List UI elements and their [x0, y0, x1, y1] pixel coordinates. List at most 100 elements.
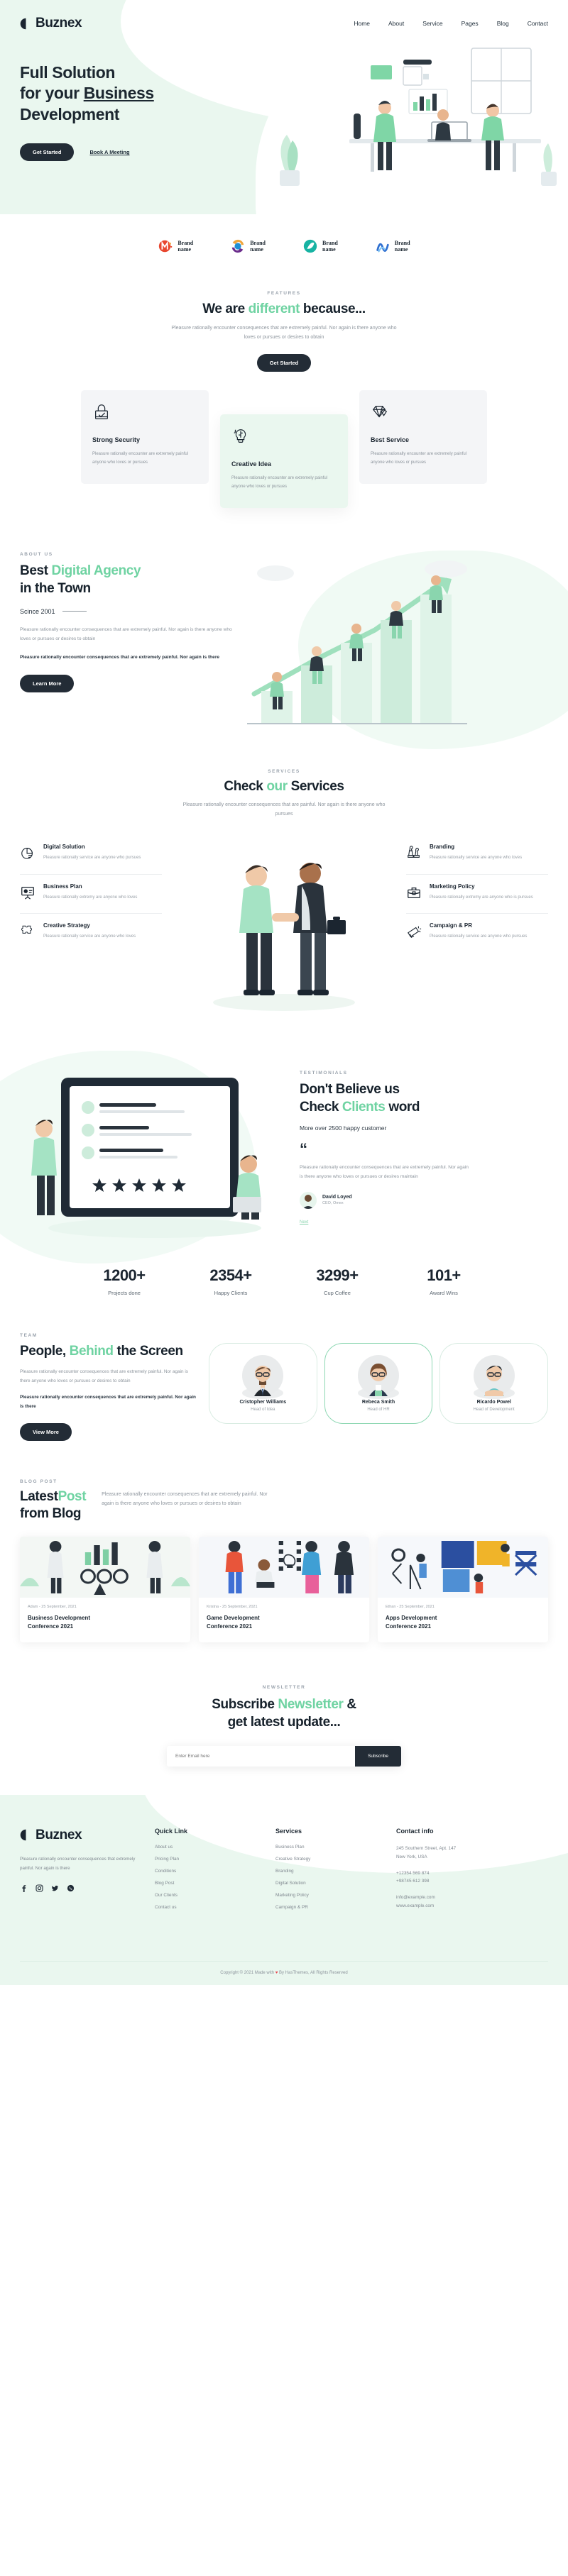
instagram-icon[interactable] [36, 1883, 43, 1892]
puzzle-icon [20, 924, 36, 939]
team-member-card-3[interactable]: Ricardo Powel Head of Development [439, 1343, 549, 1425]
feature-card-best-service[interactable]: Best Service Pleasure rationally encount… [359, 389, 487, 485]
chess-pieces-icon [406, 845, 422, 861]
blog-card-title[interactable]: Game Development Conference 2021 [207, 1614, 361, 1631]
footer-link-business-plan[interactable]: Business Plan [275, 1845, 389, 1850]
nav-item-blog[interactable]: Blog [497, 20, 509, 27]
nav-item-about[interactable]: About [388, 20, 404, 27]
footer-link-about-us[interactable]: About us [155, 1845, 268, 1850]
footer-link-conditions[interactable]: Conditions [155, 1869, 268, 1874]
feature-card-creative-idea[interactable]: Creative Idea Pleasure rationally encoun… [220, 414, 348, 509]
service-title: Creative Strategy [43, 922, 90, 929]
services-column-right: Branding Pleasure rationally service are… [406, 835, 548, 952]
team-member-card-2[interactable]: Rebeca Smith Head of HR [324, 1343, 433, 1425]
nav-item-contact[interactable]: Contact [528, 20, 548, 27]
facebook-icon[interactable] [20, 1883, 28, 1892]
service-item-campaign-pr[interactable]: Campaign & PR Pleasure rationally servic… [406, 912, 548, 952]
blog-card-3[interactable]: Ethan - 25 September, 2021 Apps Developm… [378, 1536, 548, 1642]
newsletter-title: Subscribe Newsletter & get latest update.… [0, 1696, 568, 1732]
service-item-business-plan[interactable]: Business Plan Pleasure rationally extrem… [20, 873, 162, 913]
newsletter-subscribe-button[interactable]: Subscribe [355, 1745, 401, 1767]
site-footer: Buznex Pleasure rationally encounter con… [0, 1794, 568, 1985]
testimonials-title-line2-post: word [385, 1100, 420, 1115]
brand-logo-m-icon [158, 238, 173, 254]
team-member-name: Cristopher Williams [239, 1400, 287, 1405]
footer-phone-2[interactable]: +98745 612 398 [396, 1877, 510, 1886]
brand-2: Brand name [230, 238, 266, 254]
avatar [300, 1191, 317, 1209]
nav-item-service[interactable]: Service [422, 20, 442, 27]
footer-link-branding[interactable]: Branding [275, 1869, 389, 1874]
footer-link-campaign-pr[interactable]: Campaign & PR [275, 1905, 389, 1910]
blog-card-title[interactable]: Business Development Conference 2021 [28, 1614, 182, 1631]
blog-card-1[interactable]: Adam - 25 September, 2021 Business Devel… [20, 1536, 190, 1642]
testimonial-next-link[interactable]: Next [300, 1220, 308, 1225]
hero-book-meeting-link[interactable]: Book A Meeting [89, 149, 129, 155]
about-learn-more-button[interactable]: Learn More [20, 675, 75, 693]
brand-4-name: Brand name [394, 239, 410, 253]
footer-brand: Buznex Pleasure rationally encounter con… [20, 1828, 148, 1918]
service-item-marketing-policy[interactable]: Marketing Policy Pleasure rationally ext… [406, 873, 548, 913]
blog-card-title[interactable]: Apps Development Conference 2021 [386, 1614, 540, 1631]
hero-illustration [233, 48, 557, 187]
team-member-role: Head of Idea [251, 1408, 275, 1413]
footer-email[interactable]: info@example.com [396, 1894, 510, 1902]
footer-link-digital-solution[interactable]: Digital Solution [275, 1881, 389, 1886]
blog-card-meta: Adam - 25 September, 2021 [28, 1604, 77, 1609]
newsletter-email-input[interactable] [167, 1745, 356, 1767]
newsletter-title-post: & [343, 1696, 356, 1712]
stat-label: Projects done [108, 1290, 141, 1297]
footer-link-pricing-plan[interactable]: Pricing Plan [155, 1857, 268, 1862]
hero-copy: Full Solution for your Business Developm… [20, 52, 233, 162]
blog-header: BLOG POST LatestPost from Blog Pleasure r… [20, 1479, 548, 1522]
nav-item-home[interactable]: Home [354, 20, 370, 27]
service-item-digital-solution[interactable]: Digital Solution Pleasure rationally ser… [20, 835, 162, 873]
nav-item-pages[interactable]: Pages [462, 20, 479, 27]
services-title-pre: Check [224, 779, 267, 795]
avatar-man-teal-shirt [473, 1355, 515, 1400]
site-logo[interactable]: Buznex [20, 16, 82, 31]
team-member-card-1[interactable]: Cristopher Williams Head of Idea [209, 1343, 317, 1425]
hero-get-started-button[interactable]: Get Started [20, 143, 75, 162]
hero-title-underline: Business [83, 84, 154, 103]
footer-address-line2: New York, USA [396, 1854, 427, 1859]
brand-logos: Brand name Brand name Brand name Brand n… [0, 214, 568, 272]
service-item-branding[interactable]: Branding Pleasure rationally service are… [406, 835, 548, 873]
footer-phone-1[interactable]: +12354 569 874 [396, 1869, 510, 1878]
features-get-started-button[interactable]: Get Started [256, 353, 312, 372]
feature-card-strong-security[interactable]: Strong Security Pleasure rationally enco… [81, 389, 209, 485]
service-title: Digital Solution [43, 844, 85, 851]
footer-logo[interactable]: Buznex [20, 1828, 148, 1843]
footer-link-contact-us[interactable]: Contact us [155, 1905, 268, 1910]
team-view-more-button[interactable]: View More [20, 1423, 72, 1442]
footer-quick-links: Quick Link About us Pricing Plan Conditi… [155, 1828, 268, 1918]
footer-link-our-clients[interactable]: Our Clients [155, 1893, 268, 1898]
newsletter-section: NEWSLETTER Subscribe Newsletter & get lat… [0, 1667, 568, 1795]
quote-mark-icon: “ [300, 1140, 307, 1159]
footer-link-marketing-policy[interactable]: Marketing Policy [275, 1893, 389, 1898]
about-paragraph-bold: Pleasure rationally encounter consequenc… [20, 654, 220, 660]
service-text: Pleasure rationally service are anyone w… [430, 934, 528, 939]
nav-links: Home About Service Pages Blog Contact [354, 20, 548, 27]
about-illustration [240, 552, 548, 729]
service-item-creative-strategy[interactable]: Creative Strategy Pleasure rationally se… [20, 912, 162, 952]
feature-card-text: Pleasure rationally encounter are extrem… [371, 451, 467, 465]
footer-link-creative-strategy[interactable]: Creative Strategy [275, 1857, 389, 1862]
service-text: Pleasure rationally service are anyone w… [43, 856, 141, 861]
landing-page: Buznex Home About Service Pages Blog Con… [0, 0, 568, 1985]
footer-link-blog-post[interactable]: Blog Post [155, 1881, 268, 1886]
newsletter-title-accent: Newsletter [278, 1696, 344, 1712]
stat-cup-coffee: 3299+ Cup Coffee [284, 1266, 390, 1296]
whatsapp-icon[interactable] [67, 1883, 75, 1891]
brand-1: Brand name [158, 238, 193, 254]
footer-address: 245 Southern Street, Apt. 147 New York, … [396, 1845, 510, 1862]
footer-website[interactable]: www.example.com [396, 1902, 510, 1911]
blog-title-pre: Latest [20, 1489, 58, 1505]
feature-card-title: Creative Idea [231, 460, 272, 468]
buznex-mark-icon [20, 1829, 32, 1841]
service-title: Business Plan [43, 883, 82, 890]
diamond-icon [371, 405, 389, 424]
about-title-post: in the Town [20, 580, 91, 596]
twitter-icon[interactable] [51, 1883, 59, 1891]
blog-card-2[interactable]: Kristna - 25 September, 2021 Game Develo… [199, 1536, 369, 1642]
